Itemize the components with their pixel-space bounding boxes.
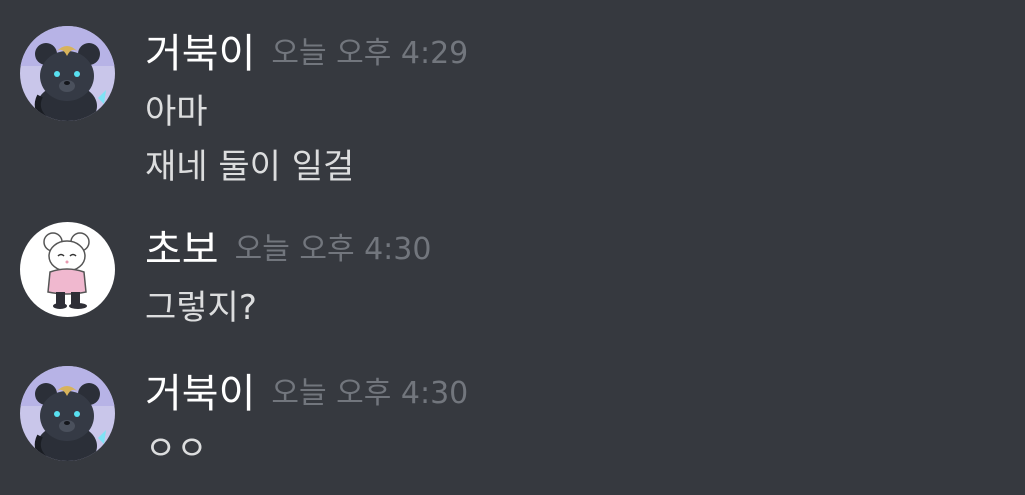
timestamp[interactable]: 오늘 오후 4:30	[235, 222, 432, 278]
message-text: 재네 둘이 일걸	[145, 147, 355, 187]
message-header: 초보 오늘 오후 4:30	[145, 222, 431, 278]
chat-log: 거북이 오늘 오후 4:29 아마 재네 둘이 일걸 초보 오늘 오후 4:30…	[0, 0, 1025, 495]
message-text: 그렇지?	[145, 288, 257, 328]
message-header: 거북이 오늘 오후 4:29	[145, 26, 468, 82]
username[interactable]: 거북이	[145, 26, 255, 82]
message-header: 거북이 오늘 오후 4:30	[145, 366, 468, 422]
message-text: 아마	[145, 92, 208, 132]
message-text: ㅇㅇ	[145, 429, 208, 469]
timestamp[interactable]: 오늘 오후 4:30	[271, 366, 468, 422]
timestamp[interactable]: 오늘 오후 4:29	[271, 26, 468, 82]
dark-bear-avatar-icon[interactable]	[20, 366, 115, 461]
dark-bear-avatar-icon[interactable]	[20, 26, 115, 121]
username[interactable]: 거북이	[145, 366, 255, 422]
username[interactable]: 초보	[145, 222, 219, 278]
white-mouse-avatar-icon[interactable]	[20, 222, 115, 317]
